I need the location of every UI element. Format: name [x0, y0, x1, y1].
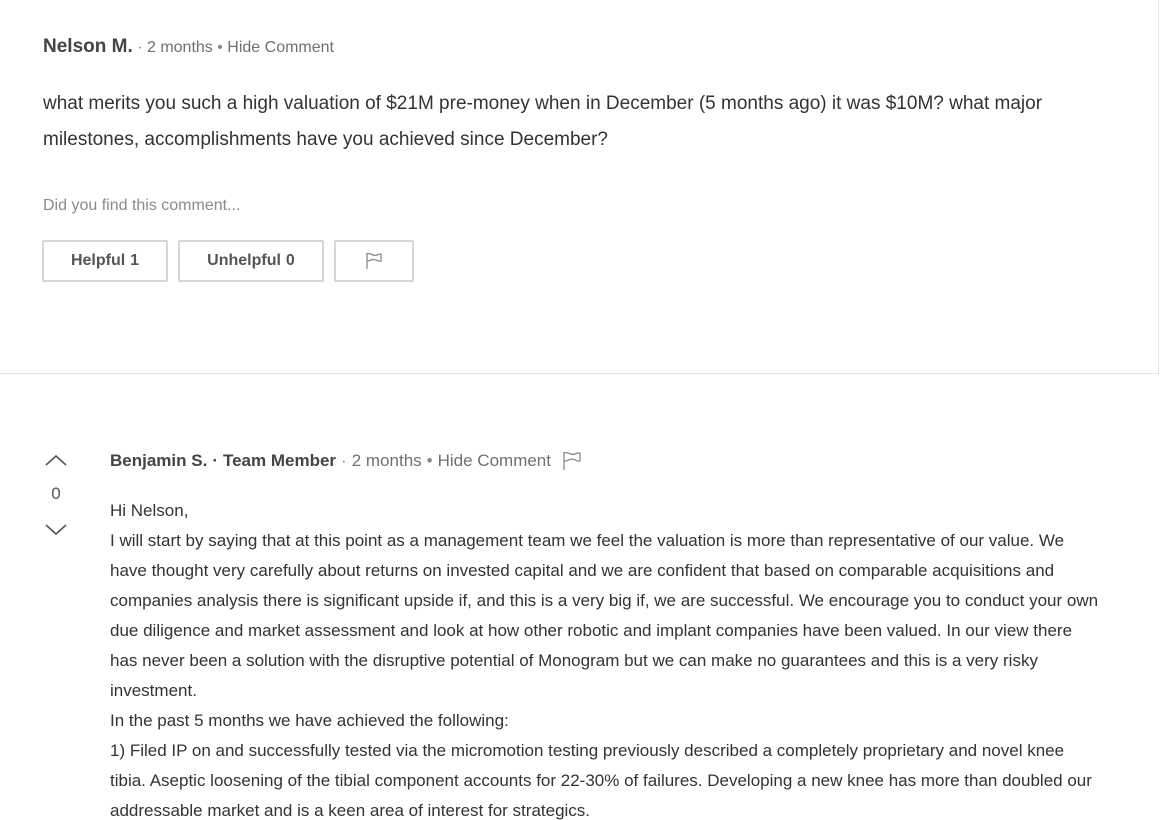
separator-dot: ·	[212, 451, 218, 470]
separator-dot: ·	[137, 39, 143, 56]
separator-bullet: •	[217, 39, 223, 56]
feedback-prompt: Did you find this comment...	[43, 197, 241, 214]
comment-time: 2 months	[146, 39, 213, 56]
flag-icon[interactable]	[561, 450, 583, 472]
reply-paragraph: In the past 5 months we have achieved th…	[110, 711, 509, 730]
separator-bullet: •	[426, 451, 433, 470]
reply-header: Benjamin S. · Team Member · 2 months • H…	[110, 450, 583, 472]
unhelpful-button[interactable]: Unhelpful 0	[178, 240, 324, 282]
section-divider	[0, 373, 1158, 374]
reply-body: Hi Nelson, I will start by saying that a…	[110, 496, 1100, 820]
reply-paragraph: I will start by saying that at this poin…	[110, 531, 1099, 700]
report-button[interactable]	[334, 240, 414, 282]
comment-header: Nelson M. · 2 months • Hide Comment	[43, 36, 334, 58]
comment-author[interactable]: Nelson M.	[43, 36, 133, 57]
unhelpful-label: Unhelpful	[207, 252, 281, 269]
chevron-down-icon[interactable]	[44, 522, 68, 538]
vote-score: 0	[51, 484, 61, 503]
chevron-up-icon[interactable]	[44, 452, 68, 468]
unhelpful-count: 0	[285, 252, 295, 269]
helpful-button[interactable]: Helpful 1	[42, 240, 168, 282]
reply-greeting: Hi Nelson,	[110, 501, 189, 520]
helpful-label: Helpful	[70, 252, 126, 269]
comment-body: what merits you such a high valuation of…	[43, 93, 1043, 150]
reply-paragraph: 1) Filed IP on and successfully tested v…	[110, 741, 1092, 820]
comments-page: Nelson M. · 2 months • Hide Comment what…	[0, 0, 1170, 820]
separator-dot: ·	[341, 451, 347, 470]
flag-icon	[366, 252, 382, 269]
vertical-divider	[1158, 0, 1159, 375]
team-member-badge: Team Member	[222, 451, 337, 470]
helpful-count: 1	[130, 252, 140, 269]
hide-comment-link[interactable]: Hide Comment	[438, 451, 551, 471]
hide-comment-link[interactable]: Hide Comment	[227, 39, 334, 56]
vote-column: 0	[44, 452, 68, 538]
reply-time: 2 months	[351, 451, 422, 470]
reply-author[interactable]: Benjamin S.	[110, 451, 207, 471]
feedback-buttons: Helpful 1 Unhelpful 0	[42, 240, 414, 282]
